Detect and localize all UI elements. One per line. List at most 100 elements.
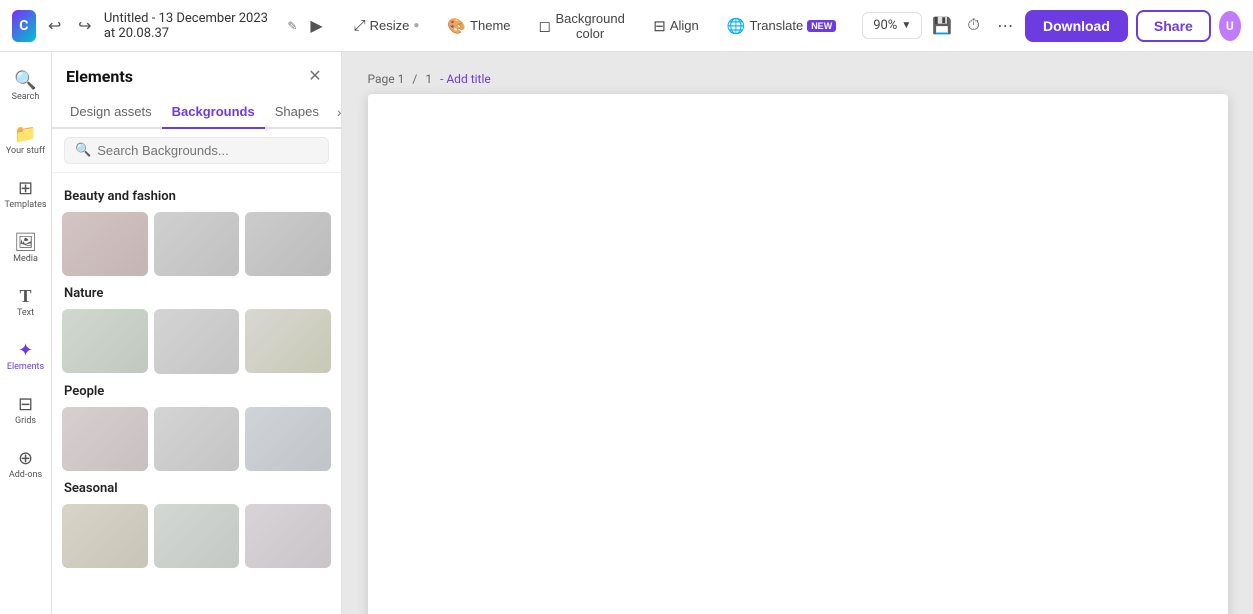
close-icon: ✕ (308, 66, 321, 86)
timer-button[interactable]: ⏱ (962, 10, 986, 42)
bg-thumb-p1[interactable] (62, 407, 148, 471)
translate-label: Translate (749, 18, 803, 33)
panel-header: Elements ✕ (52, 52, 341, 96)
present-icon: ▶ (310, 16, 322, 36)
tab-backgrounds[interactable]: Backgrounds (162, 96, 265, 129)
sidebar-label-add-ons: Add-ons (9, 471, 42, 481)
sidebar-item-templates[interactable]: ⊞ Templates (4, 168, 48, 220)
avatar[interactable]: U (1219, 11, 1241, 41)
download-label: Download (1043, 18, 1110, 34)
sidebar-label-text: Text (17, 309, 34, 319)
timer-icon: ⏱ (967, 17, 979, 35)
bg-thumb-n1[interactable] (62, 309, 148, 373)
background-color-icon: ◻ (539, 17, 551, 35)
bg-thumb-s3[interactable] (245, 504, 331, 568)
page-divider: / (412, 72, 417, 86)
media-icon: 🖼 (14, 232, 37, 253)
document-title: Untitled - 13 December 2023 at 20.08.37 (104, 11, 276, 41)
panel-title: Elements (66, 67, 133, 86)
align-button[interactable]: ⊟ Align (643, 12, 709, 40)
tab-design-assets[interactable]: Design assets (60, 96, 162, 129)
resize-icon: ⤢ (354, 17, 366, 34)
canvas-wrap: Page 1 / 1 - Add title (368, 72, 1228, 614)
grids-icon: ⊟ (18, 394, 33, 415)
download-button[interactable]: Download (1025, 10, 1128, 42)
sidebar-label-your-stuff: Your stuff (6, 147, 45, 157)
avatar-initials: U (1226, 19, 1234, 33)
translate-icon: 🌐 (727, 17, 746, 35)
translate-button[interactable]: 🌐 Translate NEW (717, 12, 846, 40)
resize-badge-icon: ● (413, 20, 419, 31)
sidebar-item-elements[interactable]: ✦ Elements (4, 330, 48, 382)
sidebar-item-grids[interactable]: ⊟ Grids (4, 384, 48, 436)
resize-button[interactable]: ⤢ Resize ● (344, 12, 430, 39)
tab-shapes-label: Shapes (275, 104, 319, 119)
search-input[interactable] (97, 143, 318, 158)
search-icon: 🔍 (14, 70, 36, 91)
sidebar-item-search[interactable]: 🔍 Search (4, 60, 48, 112)
background-color-label: Background color (555, 11, 625, 41)
tab-shapes[interactable]: Shapes (265, 96, 329, 129)
redo-button[interactable]: ↪ (74, 11, 96, 41)
zoom-control[interactable]: 90% ▼ (862, 12, 922, 39)
sidebar-label-grids: Grids (15, 417, 36, 427)
sidebar-label-elements: Elements (7, 363, 44, 373)
sidebar-label-media: Media (13, 255, 38, 265)
sidebar-item-text[interactable]: T Text (4, 276, 48, 328)
bg-thumb-n3[interactable] (245, 309, 331, 373)
your-stuff-icon: 📁 (14, 124, 36, 145)
bg-thumb-s1[interactable] (62, 504, 148, 568)
theme-button[interactable]: 🎨 Theme (437, 12, 520, 40)
sidebar-item-media[interactable]: 🖼 Media (4, 222, 48, 274)
sidebar-label-templates: Templates (4, 201, 46, 211)
bg-thumb-p3[interactable] (245, 407, 331, 471)
tab-backgrounds-label: Backgrounds (172, 104, 255, 119)
translate-badge: NEW (807, 20, 836, 32)
zoom-chevron-icon: ▼ (901, 20, 911, 31)
canvas-page[interactable] (368, 94, 1228, 614)
edit-title-icon[interactable]: ✎ (287, 19, 297, 33)
app-logo[interactable]: C (12, 10, 36, 42)
page-number: Page 1 (368, 72, 405, 86)
bg-thumb-bf2[interactable] (154, 212, 240, 276)
canvas-area: Page 1 / 1 - Add title (342, 52, 1253, 614)
main-area: 🔍 Search 📁 Your stuff ⊞ Templates 🖼 Medi… (0, 52, 1253, 614)
panel-tabs: Design assets Backgrounds Shapes › (52, 96, 341, 129)
zoom-level: 90% (873, 18, 897, 33)
search-icon: 🔍 (75, 143, 91, 158)
nature-grid (62, 309, 331, 373)
resize-label: Resize (370, 18, 410, 33)
bg-thumb-n2[interactable] (154, 309, 240, 373)
more-button[interactable]: ⋯ (993, 10, 1017, 42)
sidebar-label-search: Search (12, 93, 40, 103)
present-button[interactable]: ▶ (305, 11, 327, 41)
tabs-scroll-right-button[interactable]: › (329, 100, 342, 124)
undo-button[interactable]: ↩ (44, 11, 66, 41)
more-icon: ⋯ (997, 16, 1013, 36)
panel-search-area: 🔍 (52, 129, 341, 173)
bg-thumb-s2[interactable] (154, 504, 240, 568)
bg-thumb-bf3[interactable] (245, 212, 331, 276)
canvas-info: Page 1 / 1 - Add title (368, 72, 1228, 86)
sidebar-item-your-stuff[interactable]: 📁 Your stuff (4, 114, 48, 166)
logo-text: C (19, 18, 28, 34)
chevron-right-icon: › (337, 104, 342, 120)
share-button[interactable]: Share (1136, 10, 1211, 42)
panel-content: Beauty and fashion Nature People Se (52, 173, 341, 614)
save-button[interactable]: 💾 (930, 10, 954, 42)
theme-icon: 🎨 (447, 17, 466, 35)
save-icon: 💾 (932, 16, 952, 36)
share-label: Share (1154, 18, 1193, 34)
bg-thumb-p2[interactable] (154, 407, 240, 471)
add-title-prompt[interactable]: - Add title (440, 72, 491, 86)
panel-close-button[interactable]: ✕ (303, 64, 327, 88)
theme-label: Theme (470, 18, 510, 33)
sidebar-item-add-ons[interactable]: ⊕ Add-ons (4, 438, 48, 490)
section-title-people: People (64, 384, 331, 399)
templates-icon: ⊞ (18, 178, 33, 199)
section-title-nature: Nature (64, 286, 331, 301)
bg-thumb-bf1[interactable] (62, 212, 148, 276)
undo-icon: ↩ (48, 16, 61, 36)
background-color-button[interactable]: ◻ Background color (529, 6, 636, 46)
people-grid (62, 407, 331, 471)
